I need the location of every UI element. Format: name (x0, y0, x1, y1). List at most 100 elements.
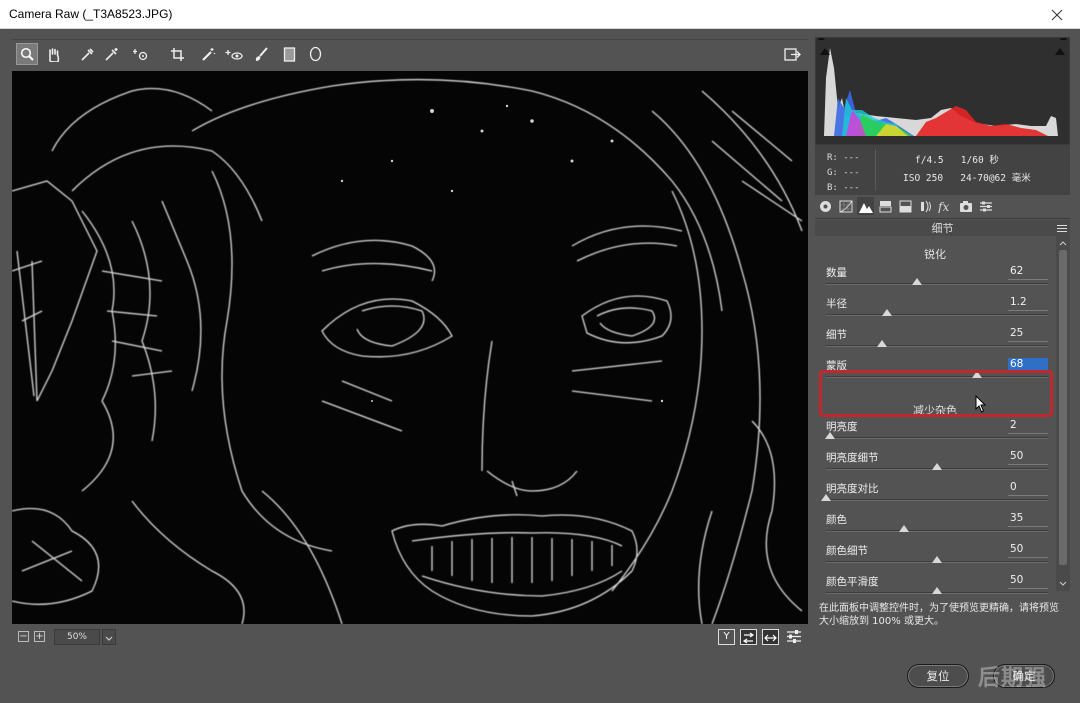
slider-value-field[interactable]: 1.2 (1008, 296, 1048, 311)
hint-text: 在此面板中调整控件时，为了使预览更精确，请将预览大小缩放到 100% 或更大。 (819, 603, 1059, 627)
slider-track[interactable] (826, 437, 1048, 439)
radial-filter-icon (309, 46, 321, 62)
slider-label: 颜色平滑度 (826, 576, 879, 588)
target-adjust-icon (132, 48, 147, 60)
graduated-filter-icon (283, 46, 295, 62)
window-titlebar: Camera Raw (_T3A8523.JPG) (0, 0, 1080, 29)
zoom-tool[interactable] (16, 43, 38, 65)
hand-tool[interactable] (42, 43, 64, 65)
zoom-in-button[interactable]: + (34, 631, 45, 642)
camera-raw-app: − + 50% Y R: --- G: --- B: --- f/4.5 1/6… (0, 29, 1080, 703)
tab-basic[interactable] (817, 197, 834, 215)
slider-thumb[interactable] (825, 432, 836, 439)
slider-row: 明亮度对比 0 (821, 481, 1048, 511)
tab-split-toning[interactable] (897, 197, 914, 215)
cursor-icon (975, 394, 987, 413)
slider-label: 细节 (826, 329, 847, 341)
slider-thumb[interactable] (876, 340, 887, 347)
tab-effects[interactable]: fx (937, 197, 954, 215)
shutter-readout: 1/60 秒 (960, 155, 999, 166)
blue-label: B: (827, 183, 838, 193)
image-preview[interactable] (12, 71, 808, 624)
hand-icon (48, 47, 59, 62)
slider-value-field[interactable]: 50 (1008, 574, 1048, 589)
preview-preferences-button[interactable] (786, 629, 803, 645)
slider-thumb[interactable] (932, 587, 942, 594)
chevron-down-icon (105, 636, 113, 641)
right-panel: R: --- G: --- B: --- f/4.5 1/60 秒 ISO 25… (815, 35, 1070, 594)
green-readout: --- (843, 168, 860, 178)
aperture-readout: f/4.5 (915, 155, 944, 166)
shadow-clipping-warning[interactable] (819, 41, 831, 55)
window-title: Camera Raw (_T3A8523.JPG) (9, 7, 173, 21)
histogram (815, 35, 1070, 145)
open-preferences-button[interactable] (781, 43, 803, 65)
white-balance-icon (80, 47, 94, 61)
camera-icon (959, 200, 972, 212)
reset-button[interactable]: 复位 (907, 664, 969, 688)
slider-row: 明亮度细节 50 (826, 450, 1048, 480)
slider-row: 颜色细节 50 (826, 543, 1048, 573)
target-adjust-tool[interactable] (130, 43, 152, 65)
tab-presets[interactable] (977, 197, 994, 215)
spot-removal-tool[interactable] (197, 43, 219, 65)
adjustment-brush-tool[interactable] (250, 43, 272, 65)
slider-thumb[interactable] (898, 525, 909, 532)
panel-tabs: fx (815, 195, 1070, 219)
fx-icon: fx (938, 200, 949, 213)
tab-camera-calibration[interactable] (957, 197, 974, 215)
blue-readout: --- (843, 183, 860, 193)
swap-before-after-button[interactable] (740, 629, 757, 645)
graduated-filter-tool[interactable] (278, 43, 300, 65)
slider-thumb[interactable] (932, 556, 942, 563)
slider-value-field[interactable]: 0 (1008, 481, 1048, 496)
tab-hsl[interactable] (877, 197, 894, 215)
crop-tool[interactable] (166, 43, 188, 65)
spot-removal-icon (201, 47, 215, 61)
iso-readout: ISO 250 (903, 173, 944, 184)
zoom-out-button[interactable]: − (18, 631, 29, 642)
white-balance-tool[interactable] (76, 43, 98, 65)
panel-hint: 在此面板中调整控件时，为了使预览更精确，请将预览大小缩放到 100% 或更大。 (815, 594, 1070, 654)
split-toning-icon (899, 200, 912, 212)
slider-value-field[interactable]: 2 (1008, 419, 1048, 434)
copy-settings-button[interactable] (762, 629, 779, 645)
toggle-preview-y-button[interactable]: Y (718, 629, 735, 645)
slider-track[interactable] (826, 283, 1048, 285)
redeye-tool[interactable] (223, 43, 245, 65)
slider-value-field[interactable]: 35 (1008, 512, 1048, 527)
slider-value-field[interactable]: 62 (1008, 265, 1048, 280)
slider-track[interactable] (826, 345, 1048, 347)
slider-row: 半径 1.2 (826, 296, 1048, 326)
slider-track[interactable] (826, 499, 1048, 501)
scrollbar-thumb[interactable] (1059, 250, 1067, 565)
radial-filter-tool[interactable] (304, 43, 326, 65)
slider-label: 颜色细节 (826, 545, 868, 557)
close-icon (1051, 9, 1063, 20)
slider-thumb[interactable] (881, 309, 892, 316)
triangle-icon (1055, 48, 1065, 55)
slider-thumb[interactable] (821, 494, 831, 501)
slider-track[interactable] (826, 530, 1048, 532)
close-window-button[interactable] (1034, 0, 1080, 29)
tab-tone-curve[interactable] (837, 197, 854, 215)
tab-lens-corrections[interactable] (917, 197, 934, 215)
highlight-clipping-warning[interactable] (1054, 41, 1066, 55)
slider-value-field[interactable]: 50 (1008, 543, 1048, 558)
slider-value-field[interactable]: 50 (1008, 450, 1048, 465)
zoom-level-field[interactable]: 50% (54, 629, 100, 645)
zoom-level-dropdown[interactable] (102, 629, 116, 645)
slider-label: 明亮度细节 (826, 452, 879, 464)
slider-track[interactable] (826, 314, 1048, 316)
tab-detail[interactable] (857, 197, 874, 215)
panel-title-text: 细节 (931, 222, 954, 235)
presets-icon (979, 201, 992, 211)
slider-row: 颜色 35 (826, 512, 1048, 542)
panel-scrollbar[interactable] (1056, 236, 1070, 591)
color-sampler-tool[interactable] (100, 43, 122, 65)
panel-menu-button[interactable] (1057, 223, 1067, 232)
slider-thumb[interactable] (932, 463, 942, 470)
slider-value-field[interactable]: 25 (1008, 327, 1048, 342)
red-label: R: (827, 153, 838, 163)
slider-thumb[interactable] (911, 278, 922, 285)
